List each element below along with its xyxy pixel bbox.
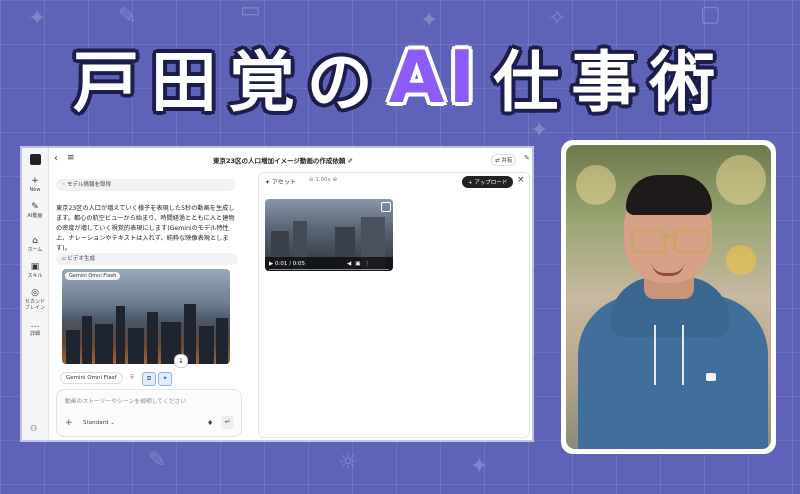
edit-icon[interactable]: ✎ — [524, 154, 530, 162]
rail-item-label: スキル — [27, 273, 43, 279]
glasses-bridge — [661, 235, 673, 238]
grid-icon[interactable]: ⠿ — [126, 372, 138, 384]
assets-panel: ✦ アセット ⊖ 1.00x ⊕ + アップロード × ▶ 0:01 / 0:0… — [258, 172, 530, 438]
top-bar: ‹ ≡ 東京23区の人口増加イメージ動画の作成依頼 ✐ ⇄ 共有 ✎ ⋯ — [48, 148, 532, 172]
hair — [626, 175, 712, 215]
account-icon[interactable]: ⚇ — [30, 424, 37, 433]
chat-panel: ◦ モデル情報を取得 東京23区の人口が増えていく様子を表現した5秒の動画を生成… — [52, 172, 278, 440]
video-controls: ▶ 0:01 / 0:05 ◀▣⋮ — [265, 257, 393, 271]
video-player[interactable]: ▶ 0:01 / 0:05 ◀▣⋮ — [265, 199, 393, 271]
building — [82, 316, 92, 364]
video-tool-button[interactable]: ✦ — [158, 372, 172, 386]
add-attachment-icon[interactable]: + — [65, 418, 73, 428]
glasses — [631, 229, 667, 253]
rail-item-ai-video[interactable]: ✎ AI動画 — [22, 202, 48, 219]
building — [95, 324, 113, 364]
rail-item-label: ホーム — [27, 247, 43, 253]
rail-item-label: 詳細 — [29, 331, 40, 337]
title-ai: AI — [388, 35, 480, 119]
app-logo[interactable] — [30, 154, 41, 165]
bokeh — [726, 245, 756, 275]
skills-icon: ▣ — [30, 262, 40, 272]
rail-item-skills[interactable]: ▣ スキル — [22, 262, 48, 279]
portrait-photo — [566, 145, 771, 449]
laptop-icon: ▭ — [240, 0, 261, 23]
sparkle-icon: ✧ — [548, 6, 567, 31]
rail-item-label: New — [29, 187, 41, 193]
sparkle-icon: ✦ — [420, 8, 439, 33]
generated-video-thumbnail[interactable]: Gemini Omni Flash — [62, 269, 230, 364]
app-window: + New ✎ AI動画 ⌂ ホーム ▣ スキル ◎ セカンド ブレイン … 詳… — [22, 148, 532, 440]
prompt-message: 東京23区の人口が増えていく様子を表現した5秒の動画を生成します。都心の航空ビュ… — [56, 205, 235, 252]
video-progress[interactable] — [269, 269, 389, 270]
bulb-icon: ☼ — [338, 450, 358, 475]
building — [128, 328, 144, 364]
title-prefix: 戸田覚の — [72, 44, 385, 121]
menu-icon[interactable]: ≡ — [67, 153, 75, 163]
more-icon: … — [30, 320, 40, 330]
volume-icon[interactable]: ◀▣⋮ — [347, 261, 374, 267]
rail-item-more[interactable]: … 詳細 — [22, 320, 48, 337]
portrait-frame — [561, 140, 776, 454]
brain-icon: ◎ — [31, 288, 39, 298]
sparkle-icon: ✦ — [28, 6, 47, 31]
scroll-down-button[interactable]: ↓ — [174, 354, 188, 368]
side-rail: + New ✎ AI動画 ⌂ ホーム ▣ スキル ◎ セカンド ブレイン … 詳… — [22, 148, 49, 440]
video-timecode[interactable]: ▶ 0:01 / 0:05 — [269, 261, 305, 267]
mic-icon[interactable]: ♦ — [207, 419, 213, 427]
input-placeholder: 動画のストーリーやシーンを説明してください — [65, 399, 187, 405]
mode-selector[interactable]: Standard ⌄ — [83, 420, 115, 426]
bokeh — [576, 165, 616, 205]
bokeh — [716, 155, 766, 205]
upload-button[interactable]: + アップロード — [462, 176, 514, 188]
assets-title: ✦ アセット — [265, 179, 296, 186]
model-selector[interactable]: Gemini Omni Flasf — [60, 372, 123, 384]
hoodie-string — [654, 325, 656, 385]
sparkle-icon: ✦ — [470, 454, 489, 479]
building — [216, 318, 228, 364]
rail-item-new[interactable]: + New — [22, 176, 48, 193]
close-icon[interactable]: × — [517, 175, 525, 185]
model-badge: Gemini Omni Flash — [65, 272, 121, 280]
plus-icon: + — [31, 176, 39, 186]
hoodie-string — [682, 325, 684, 385]
share-button[interactable]: ⇄ 共有 — [491, 154, 517, 166]
model-toolbar: Gemini Omni Flasf ⠿ ⧉ ✦ — [60, 372, 240, 386]
hoodie-logo — [706, 373, 716, 381]
image-tool-button[interactable]: ⧉ — [142, 372, 156, 386]
rail-item-home[interactable]: ⌂ ホーム — [22, 236, 48, 253]
building — [66, 330, 80, 364]
pencil-icon: ✎ — [118, 4, 137, 29]
page-title[interactable]: 東京23区の人口増加イメージ動画の作成依頼 ✐ — [168, 155, 398, 165]
rail-item-second-brain[interactable]: ◎ セカンド ブレイン — [22, 288, 48, 311]
chat-icon: ▢ — [700, 2, 721, 27]
glasses — [673, 229, 709, 253]
select-checkbox[interactable] — [381, 202, 391, 212]
edit-icon: ✎ — [31, 202, 39, 212]
banner-title: 戸田覚の AI 仕事術 — [0, 32, 800, 122]
rail-item-label: セカンド ブレイン — [24, 299, 45, 311]
building — [199, 326, 214, 364]
title-suffix: 仕事術 — [493, 44, 728, 121]
home-icon: ⌂ — [32, 236, 38, 246]
rail-item-label: AI動画 — [27, 213, 43, 219]
building — [116, 306, 125, 364]
building — [147, 312, 158, 364]
bulb-icon: ✎ — [148, 448, 167, 473]
send-button[interactable]: ↵ — [221, 416, 234, 429]
thumbnail-banner: ✦ ✎ ✦ ▭ ✧ ▢ ✎ ☼ ✦ ✧ ✦ 戸田覚の AI 仕事術 + New … — [0, 0, 800, 494]
back-arrow-icon[interactable]: ‹ — [54, 153, 58, 164]
prompt-input[interactable]: 動画のストーリーやシーンを説明してください + Standard ⌄ ♦ ↵ — [56, 389, 242, 437]
zoom-control[interactable]: ⊖ 1.00x ⊕ — [309, 177, 337, 183]
video-generation-label[interactable]: ▫ ビデオ生成 — [56, 253, 238, 265]
model-info-chip[interactable]: ◦ モデル情報を取得 — [56, 179, 236, 191]
